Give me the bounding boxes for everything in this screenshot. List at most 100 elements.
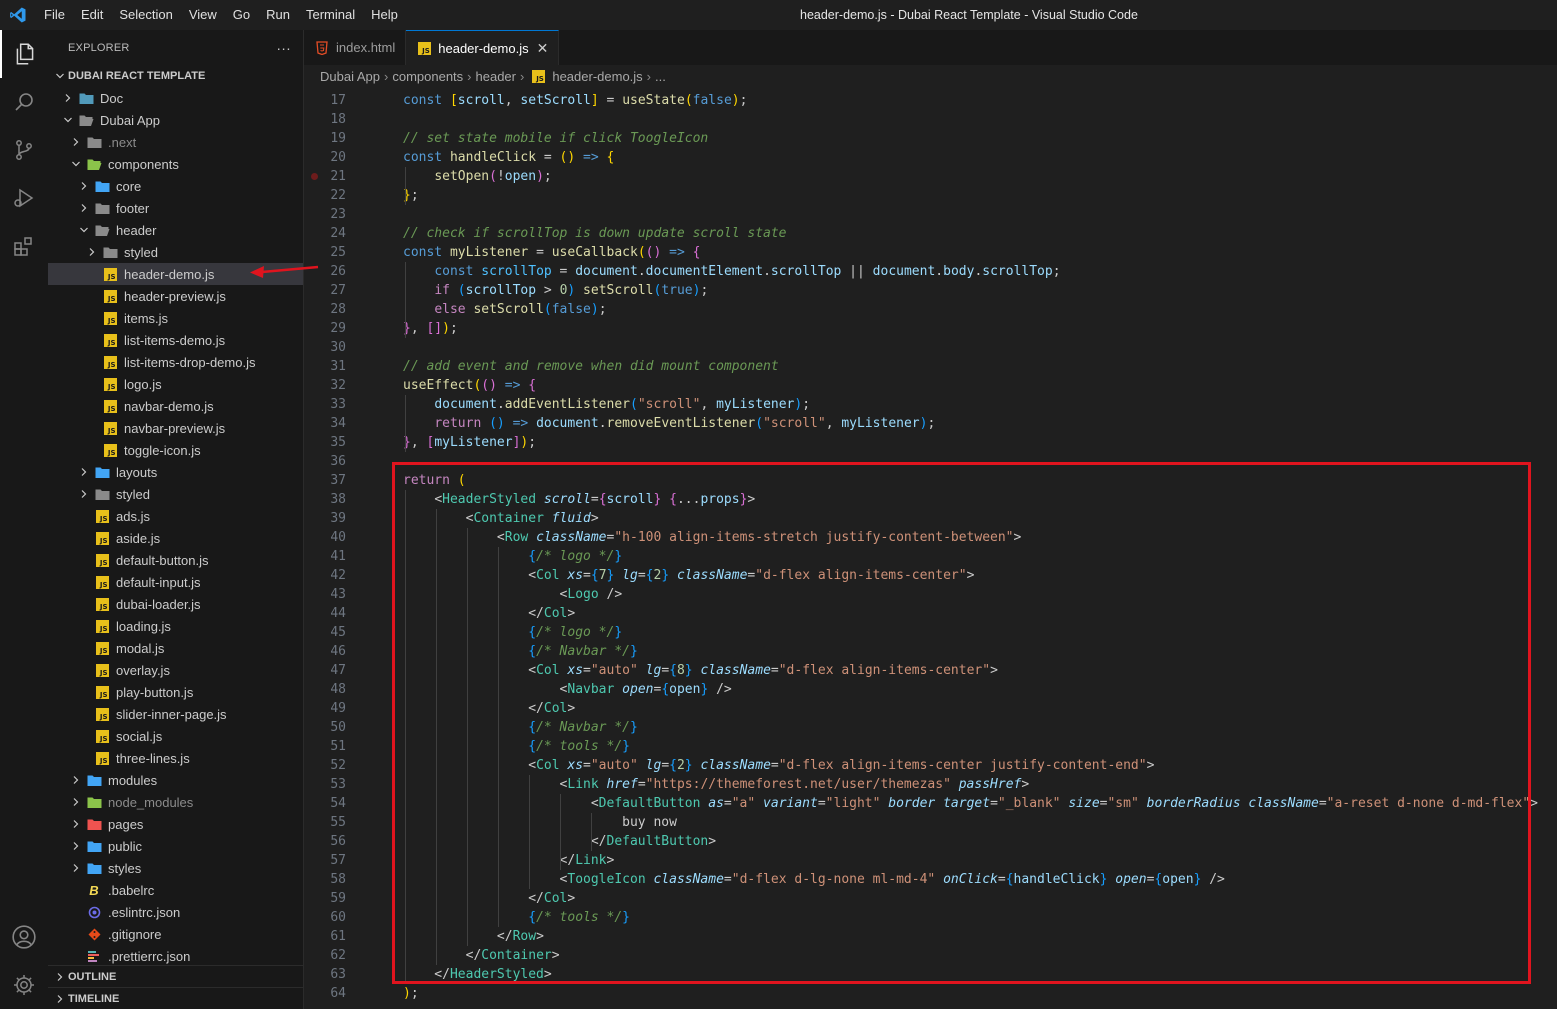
file-logo-js[interactable]: JS logo.js — [48, 373, 303, 395]
folder-next[interactable]: .next — [48, 131, 303, 153]
code-token: document — [872, 264, 936, 279]
file-loading-js[interactable]: JS loading.js — [48, 615, 303, 637]
menu-file[interactable]: File — [36, 0, 73, 30]
explorer-icon[interactable] — [0, 30, 48, 78]
file-babelrc[interactable]: B .babelrc — [48, 879, 303, 901]
folder-components[interactable]: components — [48, 153, 303, 175]
code-token: ) — [590, 302, 599, 317]
project-section-header[interactable]: DUBAI REACT TEMPLATE — [48, 65, 303, 87]
folder-node-modules[interactable]: node_modules — [48, 791, 303, 813]
file-header-preview-js[interactable]: JS header-preview.js — [48, 285, 303, 307]
folder-pages[interactable]: pages — [48, 813, 303, 835]
folder-styles[interactable]: styles — [48, 857, 303, 879]
tab-header-demo-js[interactable]: JS header-demo.js ✕ — [406, 30, 560, 65]
file-prettierrc-json[interactable]: .prettierrc.json — [48, 945, 303, 967]
explorer-sidebar: EXPLORER ··· DUBAI REACT TEMPLATE Doc Dub… — [48, 30, 304, 1009]
menu-run[interactable]: Run — [258, 0, 298, 30]
file-gitignore[interactable]: .gitignore — [48, 923, 303, 945]
source-control-icon[interactable] — [0, 126, 48, 174]
js-file-icon: JS — [530, 68, 546, 84]
search-icon[interactable] — [0, 78, 48, 126]
chevron-right-icon — [68, 816, 84, 832]
code-text: const myListener = useCallback(() => { — [403, 243, 700, 262]
line-number: 30 — [330, 340, 346, 355]
js-file-icon: JS — [102, 332, 118, 348]
settings-gear-icon[interactable] — [0, 961, 48, 1009]
code-token: handleClick — [449, 150, 537, 165]
file-dubai-loader-js[interactable]: JS dubai-loader.js — [48, 593, 303, 615]
code-token: ; — [449, 321, 458, 336]
file-list-items-drop-demo-js[interactable]: JS list-items-drop-demo.js — [48, 351, 303, 373]
line-number: 60 — [330, 910, 346, 925]
menu-go[interactable]: Go — [225, 0, 258, 30]
line-number: 36 — [330, 454, 346, 469]
chevron-right-icon — [68, 772, 84, 788]
code-line: 21 setOpen(!open); — [304, 167, 1557, 186]
menu-view[interactable]: View — [181, 0, 225, 30]
breadcrumb-item[interactable]: header — [476, 69, 516, 84]
tree-item-label: items.js — [124, 310, 169, 326]
file-overlay-js[interactable]: JS overlay.js — [48, 659, 303, 681]
breadcrumb-item[interactable]: header-demo.js — [552, 69, 642, 84]
outline-section[interactable]: OUTLINE — [48, 965, 303, 987]
file-default-input-js[interactable]: JS default-input.js — [48, 571, 303, 593]
folder-public[interactable]: public — [48, 835, 303, 857]
menu-edit[interactable]: Edit — [73, 0, 111, 30]
file-slider-inner-page-js[interactable]: JS slider-inner-page.js — [48, 703, 303, 725]
js-file-icon: JS — [102, 266, 118, 282]
file-list-items-demo-js[interactable]: JS list-items-demo.js — [48, 329, 303, 351]
breadcrumb-item[interactable]: components — [392, 69, 463, 84]
close-icon[interactable]: ✕ — [537, 40, 549, 57]
file-navbar-demo-js[interactable]: JS navbar-demo.js — [48, 395, 303, 417]
code-text: }, []); — [403, 319, 458, 338]
annotation-highlight-box — [392, 462, 1531, 984]
file-ads-js[interactable]: JS ads.js — [48, 505, 303, 527]
file-three-lines-js[interactable]: JS three-lines.js — [48, 747, 303, 769]
folder-doc[interactable]: Doc — [48, 87, 303, 109]
code-token: document — [575, 264, 638, 279]
menu-terminal[interactable]: Terminal — [298, 0, 363, 30]
tab-index-html[interactable]: index.html — [304, 30, 407, 65]
tree-item-label: play-button.js — [116, 684, 194, 700]
menu-selection[interactable]: Selection — [111, 0, 180, 30]
folder-dubai-app[interactable]: Dubai App — [48, 109, 303, 131]
breadcrumb-item[interactable]: Dubai App — [320, 69, 380, 84]
folder-header[interactable]: header — [48, 219, 303, 241]
folder-modules[interactable]: modules — [48, 769, 303, 791]
run-debug-icon[interactable] — [0, 174, 48, 222]
code-token: { — [528, 378, 537, 393]
file-default-button-js[interactable]: JS default-button.js — [48, 549, 303, 571]
code-line: 26 const scrollTop = document.documentEl… — [304, 262, 1557, 281]
indent-guide — [405, 262, 406, 338]
timeline-section[interactable]: TIMELINE — [48, 987, 303, 1009]
folder-styled[interactable]: styled — [48, 483, 303, 505]
menu-help[interactable]: Help — [363, 0, 406, 30]
js-file-icon: JS — [94, 508, 110, 524]
breadcrumb-item[interactable]: ... — [655, 69, 666, 84]
account-icon[interactable] — [0, 913, 48, 961]
code-token: ) — [536, 169, 544, 184]
extensions-icon[interactable] — [0, 222, 48, 270]
folder-styled[interactable]: styled — [48, 241, 303, 263]
js-file-icon: JS — [94, 530, 110, 546]
file-aside-js[interactable]: JS aside.js — [48, 527, 303, 549]
code-token: , — [825, 416, 842, 431]
file-modal-js[interactable]: JS modal.js — [48, 637, 303, 659]
file-play-button-js[interactable]: JS play-button.js — [48, 681, 303, 703]
file-navbar-preview-js[interactable]: JS navbar-preview.js — [48, 417, 303, 439]
folder-footer[interactable]: footer — [48, 197, 303, 219]
folder-layouts[interactable]: layouts — [48, 461, 303, 483]
file-items-js[interactable]: JS items.js — [48, 307, 303, 329]
line-number: 54 — [330, 796, 346, 811]
file-social-js[interactable]: JS social.js — [48, 725, 303, 747]
file-eslintrc-json[interactable]: .eslintrc.json — [48, 901, 303, 923]
code-line: 30 — [304, 338, 1557, 357]
folder-core[interactable]: core — [48, 175, 303, 197]
code-token: ; — [1052, 264, 1061, 279]
more-actions-icon[interactable]: ··· — [276, 40, 291, 56]
file-toggle-icon-js[interactable]: JS toggle-icon.js — [48, 439, 303, 461]
